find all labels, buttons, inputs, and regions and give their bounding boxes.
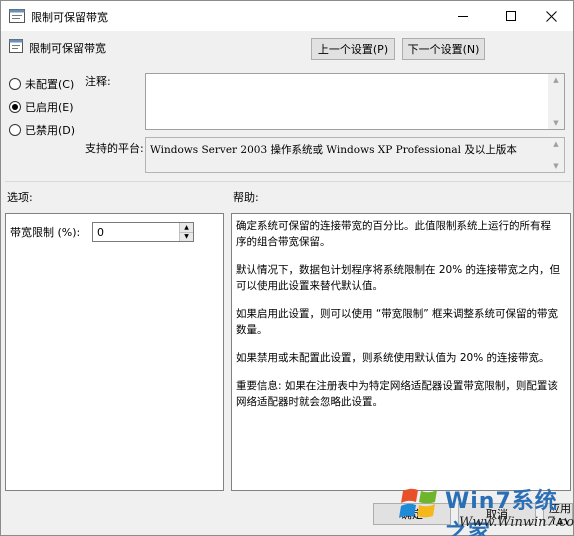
scroll-down-icon[interactable]: ▼ — [553, 162, 558, 170]
help-panel: 确定系统可保留的连接带宽的百分比。此值限制系统上运行的所有程序的组合带宽保留。 … — [231, 213, 571, 491]
minimize-button[interactable] — [441, 1, 485, 31]
help-paragraph: 确定系统可保留的连接带宽的百分比。此值限制系统上运行的所有程序的组合带宽保留。 — [236, 220, 551, 248]
bandwidth-limit-label: 带宽限制 (%): — [10, 226, 81, 239]
policy-dialog: 限制可保留带宽 限制可保留带宽 上一个设置(P) 下一个设置(N) 未配置(C)… — [0, 0, 574, 536]
radio-circle-checked[interactable] — [9, 101, 21, 113]
window-title: 限制可保留带宽 — [31, 11, 108, 24]
scroll-up-icon[interactable]: ▲ — [553, 140, 558, 148]
watermark-url: Www.Winwin7.com — [459, 515, 574, 530]
radio-label: 未配置(C) — [25, 78, 75, 91]
separator — [5, 181, 571, 182]
next-setting-button[interactable]: 下一个设置(N) — [402, 38, 485, 60]
policy-app-icon — [9, 9, 25, 23]
platform-value: Windows Server 2003 操作系统或 Windows XP Pro… — [150, 144, 517, 156]
watermark: Win7系统之家 Www.Winwin7.com — [371, 479, 574, 536]
setting-title: 限制可保留带宽 — [29, 42, 106, 55]
minimize-icon — [458, 15, 468, 17]
radio-label: 已禁用(D) — [25, 124, 76, 137]
help-paragraph: 默认情况下，数据包计划程序将系统限制在 20% 的连接带宽之内，但可以使用此设置… — [236, 264, 561, 292]
close-icon — [545, 10, 557, 22]
comment-scrollbar[interactable]: ▲ ▼ — [548, 74, 564, 129]
bandwidth-limit-stepper[interactable]: 0 ▲ ▼ — [92, 222, 194, 242]
help-paragraph: 重要信息: 如果在注册表中为特定网络适配器设置带宽限制，则配置该网络适配器时就会… — [236, 380, 558, 408]
help-paragraph: 如果启用此设置，则可以使用 “带宽限制” 框来调整系统可保留的带宽数量。 — [236, 308, 559, 336]
radio-circle[interactable] — [9, 124, 21, 136]
radio-label: 已启用(E) — [25, 101, 74, 114]
options-panel: 带宽限制 (%): 0 ▲ ▼ — [5, 213, 224, 491]
platform-label: 支持的平台: — [85, 142, 144, 155]
radio-disabled[interactable]: 已禁用(D) — [9, 122, 75, 138]
close-button[interactable] — [529, 1, 573, 31]
stepper-down-icon[interactable]: ▼ — [180, 231, 193, 241]
windows-logo-icon — [399, 488, 437, 518]
help-paragraph: 如果禁用或未配置此设置，则系统使用默认值为 20% 的连接带宽。 — [236, 352, 550, 364]
comment-label: 注释: — [85, 75, 111, 88]
maximize-icon — [506, 11, 516, 21]
previous-setting-button[interactable]: 上一个设置(P) — [311, 38, 395, 60]
comment-textarea[interactable]: ▲ ▼ — [145, 73, 565, 130]
title-bar[interactable]: 限制可保留带宽 — [1, 1, 573, 31]
bandwidth-limit-value[interactable]: 0 — [97, 226, 104, 239]
scroll-down-icon[interactable]: ▼ — [553, 119, 558, 127]
radio-not-configured[interactable]: 未配置(C) — [9, 76, 74, 92]
scroll-up-icon[interactable]: ▲ — [553, 76, 558, 84]
platform-field: Windows Server 2003 操作系统或 Windows XP Pro… — [145, 137, 565, 173]
maximize-button[interactable] — [489, 1, 533, 31]
options-heading: 选项: — [7, 191, 33, 204]
setting-icon — [9, 39, 23, 53]
help-heading: 帮助: — [233, 191, 259, 204]
radio-enabled[interactable]: 已启用(E) — [9, 99, 74, 115]
radio-circle[interactable] — [9, 78, 21, 90]
help-text: 确定系统可保留的连接带宽的百分比。此值限制系统上运行的所有程序的组合带宽保留。 … — [236, 218, 560, 422]
stepper-buttons[interactable]: ▲ ▼ — [179, 223, 193, 241]
platform-scrollbar[interactable]: ▲ ▼ — [548, 138, 564, 172]
stepper-up-icon[interactable]: ▲ — [180, 223, 193, 232]
